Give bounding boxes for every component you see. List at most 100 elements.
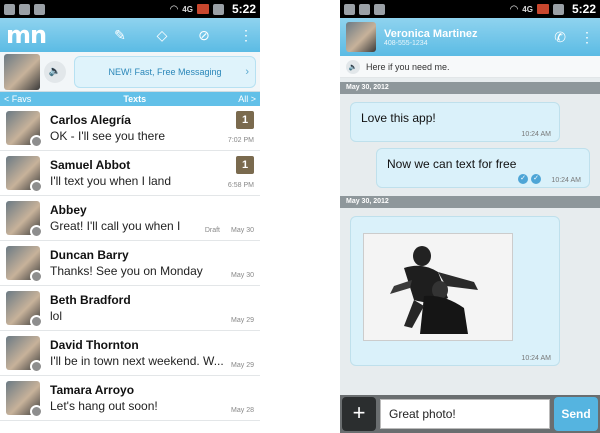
avatar — [6, 246, 43, 283]
avatar — [6, 111, 43, 148]
message-thread: May 30, 2012 Love this app! 10:24 AM Now… — [340, 78, 600, 395]
message-preview: I'll text you when I land — [50, 173, 172, 188]
contact-badge-icon — [30, 315, 43, 328]
unread-badge: 1 — [236, 111, 254, 129]
tab-prev[interactable]: < Favs — [4, 94, 31, 104]
check-icon: ✓ — [518, 174, 528, 184]
list-item[interactable]: Beth Bradford lol May 29 — [0, 286, 260, 331]
add-attachment-button[interactable]: + — [342, 397, 376, 431]
date-separator: May 30, 2012 — [340, 82, 600, 94]
conversation-list-screen: ◠ 4G 5:22 mn ✎ ◇ ⊘ ⋮ 🔈 NEW! Fast, Free M… — [0, 0, 260, 433]
phone-call-icon[interactable]: ✆ — [554, 29, 566, 46]
promo-button[interactable]: NEW! Fast, Free Messaging › — [74, 55, 256, 88]
location-icon[interactable]: ◇ — [154, 27, 170, 44]
status-bar: ◠ 4G 5:22 — [0, 0, 260, 18]
photo-attachment[interactable] — [363, 233, 513, 341]
list-item[interactable]: Carlos Alegría OK - I'll see you there 1… — [0, 106, 260, 151]
list-item[interactable]: Samuel Abbot I'll text you when I land 1… — [0, 151, 260, 196]
compose-icon[interactable]: ✎ — [112, 27, 128, 44]
draft-label: Draft — [204, 227, 220, 234]
contact-status: 🔈 Here if you need me. — [340, 56, 600, 78]
clock: 5:22 — [571, 2, 596, 16]
chat-header: Veronica Martinez 408-555-1234 ✆ ⋮ — [340, 18, 600, 56]
tab-bar: < Favs Texts All > — [0, 92, 260, 106]
contact-badge-icon — [30, 405, 43, 418]
timestamp: May 30 — [231, 227, 254, 234]
notification-icon — [4, 3, 15, 15]
timestamp: May 29 — [231, 362, 254, 369]
timestamp: May 30 — [231, 272, 254, 279]
app-header: mn ✎ ◇ ⊘ ⋮ — [0, 18, 260, 52]
usb-icon — [374, 3, 385, 15]
tab-current[interactable]: Texts — [123, 94, 146, 104]
avatar — [6, 381, 43, 418]
wifi-icon: ◠ — [169, 3, 179, 15]
contact-badge-icon — [30, 225, 43, 238]
speaker-icon[interactable]: 🔈 — [346, 59, 360, 74]
network-type: 4G — [522, 4, 533, 14]
speaker-icon[interactable]: 🔈 — [44, 60, 66, 83]
overflow-menu-icon[interactable]: ⋮ — [580, 29, 594, 46]
incoming-photo-message[interactable]: 10:24 AM — [350, 216, 560, 366]
timestamp: 7:02 PM — [227, 137, 254, 144]
block-icon[interactable]: ⊘ — [196, 27, 212, 44]
message-time: 10:24 AM — [521, 131, 551, 138]
contact-name: Duncan Barry — [50, 247, 129, 262]
conversation-list: Carlos Alegría OK - I'll see you there 1… — [0, 106, 260, 421]
photo-image — [364, 234, 512, 340]
contact-badge-icon — [30, 180, 43, 193]
tab-next[interactable]: All > — [238, 94, 256, 104]
contact-name: Beth Bradford — [50, 292, 131, 307]
avatar — [6, 291, 43, 328]
contact-name: Tamara Arroyo — [50, 382, 135, 397]
timestamp: 6:58 PM — [227, 182, 254, 189]
timestamp: May 29 — [231, 317, 254, 324]
chevron-right-icon: › — [245, 65, 249, 78]
status-text: Here if you need me. — [366, 61, 450, 72]
list-item[interactable]: Duncan Barry Thanks! See you on Monday M… — [0, 241, 260, 286]
message-preview: I'll be in town next weekend. W... — [50, 353, 224, 368]
battery-icon — [536, 4, 549, 14]
check-icon — [212, 3, 224, 15]
overflow-menu-icon[interactable]: ⋮ — [238, 27, 254, 44]
contact-name: Carlos Alegría — [50, 112, 131, 127]
contact-name: David Thornton — [50, 337, 139, 352]
contact-badge-icon — [30, 135, 43, 148]
incoming-message[interactable]: Love this app! 10:24 AM — [350, 102, 560, 142]
avatar — [6, 201, 43, 238]
message-time: 10:24 AM — [521, 355, 551, 362]
contact-badge-icon — [30, 270, 43, 283]
contact-avatar[interactable] — [346, 22, 376, 52]
message-preview: Great! I'll call you when I — [50, 218, 181, 233]
headset-icon — [359, 3, 370, 15]
avatar — [6, 156, 43, 193]
message-text: Love this app! — [361, 111, 436, 125]
list-item[interactable]: David Thornton I'll be in town next week… — [0, 331, 260, 376]
message-preview: OK - I'll see you there — [50, 128, 166, 143]
network-type: 4G — [182, 4, 193, 14]
headset-icon — [19, 3, 30, 15]
contact-badge-icon — [30, 360, 43, 373]
message-preview: Let's hang out soon! — [50, 398, 158, 413]
send-button[interactable]: Send — [554, 397, 598, 431]
wifi-icon: ◠ — [509, 3, 519, 15]
promo-bar: 🔈 NEW! Fast, Free Messaging › — [0, 52, 260, 92]
promo-avatar — [4, 53, 40, 90]
check-icon: ✓ — [531, 174, 541, 184]
battery-icon — [196, 4, 209, 14]
message-input[interactable]: Great photo! — [380, 399, 550, 429]
delivered-checks: ✓ ✓ — [518, 174, 541, 184]
contact-number: 408-555-1234 — [384, 39, 428, 47]
message-preview: Thanks! See you on Monday — [50, 263, 203, 278]
message-text: Now we can text for free — [387, 157, 517, 171]
app-logo: mn — [6, 21, 47, 49]
outgoing-message[interactable]: Now we can text for free ✓ ✓ 10:24 AM — [376, 148, 590, 188]
timestamp: May 28 — [231, 407, 254, 414]
status-bar: ◠ 4G 5:22 — [340, 0, 600, 18]
list-item[interactable]: Abbey Great! I'll call you when I Draft … — [0, 196, 260, 241]
unread-badge: 1 — [236, 156, 254, 174]
usb-icon — [34, 3, 45, 15]
promo-label: NEW! Fast, Free Messaging — [108, 66, 222, 77]
chat-screen: ◠ 4G 5:22 Veronica Martinez 408-555-1234… — [340, 0, 600, 433]
list-item[interactable]: Tamara Arroyo Let's hang out soon! May 2… — [0, 376, 260, 421]
